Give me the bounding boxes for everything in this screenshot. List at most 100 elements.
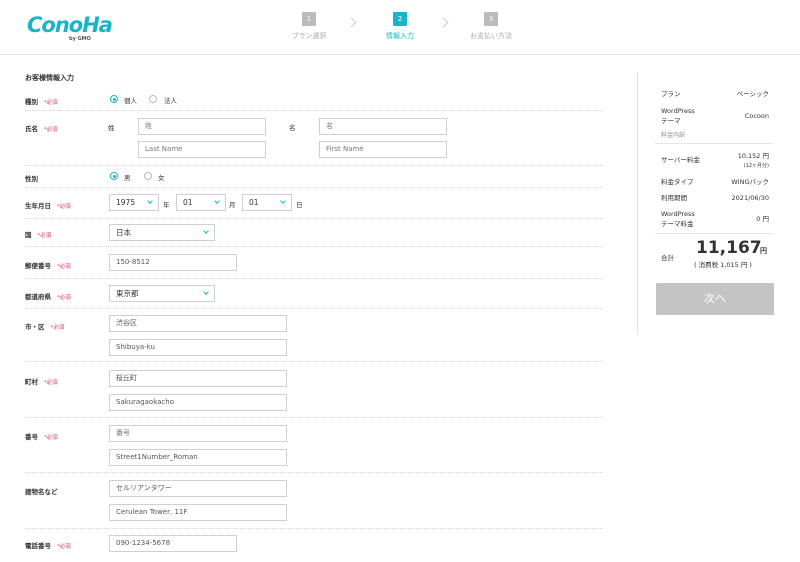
type-corporate-label: 法人 [164,97,177,105]
server-fee-label: サーバー料金 [661,156,700,164]
city-label: 市・区 *必須 [25,323,65,331]
birth-day-select[interactable]: 01 [242,194,292,211]
row-building: 建物名など セルリアンタワー Cerulean Tower, 11F [25,473,603,529]
street-input[interactable]: 番号 [109,425,287,442]
month-unit: 月 [229,201,236,209]
theme-fee-value: 0 円 [756,215,769,223]
last-name-roman-input[interactable]: Last Name [138,141,266,158]
step-3-number: 3 [484,12,498,26]
plan-label: プラン [661,90,681,98]
row-type: 種別 *必須 個人 法人 [25,88,603,111]
country-select[interactable]: 日本 [109,224,215,241]
chevron-down-icon [203,289,209,295]
summary-divider [655,233,773,234]
summary-theme: WordPress テーマ Cocoon [655,106,773,126]
fee-type-label: 料金タイプ [661,178,694,186]
building-roman-input[interactable]: Cerulean Tower, 11F [109,504,287,521]
step-3: 3 お支払い方法 [461,12,521,41]
gender-male-radio[interactable] [110,172,118,180]
last-name-input[interactable]: 姓 [138,118,266,135]
period-value: 2021/06/30 [731,194,769,202]
type-individual-radio[interactable] [110,95,118,103]
summary-theme-fee: WordPress テーマ料金 0 円 [655,209,773,229]
logo-sub: by GMO [69,36,91,42]
server-fee-period: (12ヶ月分) [743,163,769,169]
city-input[interactable]: 渋谷区 [109,315,287,332]
type-individual-label: 個人 [124,97,137,105]
birth-month-select[interactable]: 01 [176,194,226,211]
gender-female-label: 女 [158,174,165,182]
name-label: 氏名 *必須 [25,125,58,133]
summary-server: サーバー料金 10,152 円 (12ヶ月分) [655,151,773,171]
tax-text: ( 消費税 1,015 円 ) [694,261,752,269]
step-3-label: お支払い方法 [470,32,512,40]
row-phone: 電話番号 *必須 090-1234-5678 [25,529,603,562]
row-postal: 郵便番号 *必須 150-8512 [25,247,603,279]
street-label: 番号 *必須 [25,433,58,441]
country-label: 国 *必須 [25,231,52,239]
last-name-label: 姓 [108,124,115,132]
first-name-label: 名 [289,124,296,132]
step-1: 1 プラン選択 [279,12,339,41]
town-input[interactable]: 桜丘町 [109,370,287,387]
building-input[interactable]: セルリアンタワー [109,480,287,497]
period-label: 利用期間 [661,194,687,202]
town-roman-input[interactable]: Sakuragaokacho [109,394,287,411]
theme-label: WordPress テーマ [661,107,695,125]
total-label: 合計 [661,254,674,262]
city-roman-input[interactable]: Shibuya-ku [109,339,287,356]
step-1-number: 1 [302,12,316,26]
total-value: 11,167 [696,238,762,258]
step-2-number: 2 [393,12,407,26]
first-name-roman-input[interactable]: First Name [319,141,447,158]
row-birthday: 生年月日 *必須 1975 年 01 月 01 日 [25,188,603,219]
row-street: 番号 *必須 番号 Street1Number_Roman [25,418,603,473]
fee-type-value: WINGパック [731,178,769,186]
total-unit: 円 [760,247,767,255]
server-fee-value: 10,152 円 [737,152,769,160]
chevron-right-icon [438,17,449,28]
phone-label: 電話番号 *必須 [25,542,71,550]
row-city: 市・区 *必須 渋谷区 Shibuya-ku [25,309,603,362]
chevron-right-icon [346,17,357,28]
first-name-input[interactable]: 名 [319,118,447,135]
town-label: 町村 *必須 [25,378,58,386]
plan-value: ベーシック [736,90,769,98]
year-unit: 年 [163,201,170,209]
header: ConoHa by GMO 1 プラン選択 2 情報入力 3 お支払い方法 [0,0,800,55]
type-corporate-radio[interactable] [149,95,157,103]
building-label: 建物名など [25,488,58,496]
street-roman-input[interactable]: Street1Number_Roman [109,449,287,466]
form-title: お客様情報入力 [25,74,74,82]
postal-input[interactable]: 150-8512 [109,254,237,271]
summary-divider [655,143,773,144]
prefecture-label: 都道府県 *必須 [25,293,71,301]
prefecture-select[interactable]: 東京都 [109,285,215,302]
birth-year-select[interactable]: 1975 [109,194,159,211]
chevron-down-icon [214,198,220,204]
step-2-label: 情報入力 [386,32,414,40]
chevron-down-icon [280,198,286,204]
theme-value: Cocoon [744,112,769,120]
row-town: 町村 *必須 桜丘町 Sakuragaokacho [25,362,603,418]
postal-label: 郵便番号 *必須 [25,262,71,270]
chevron-down-icon [147,198,153,204]
theme-fee-label: WordPress テーマ料金 [661,210,695,228]
gender-female-radio[interactable] [144,172,152,180]
next-button[interactable]: 次へ [656,283,774,315]
step-1-label: プラン選択 [291,32,327,40]
logo-text: ConoHa [27,13,113,37]
phone-input[interactable]: 090-1234-5678 [109,535,237,552]
birthday-label: 生年月日 *必須 [25,202,71,210]
row-prefecture: 都道府県 *必須 東京都 [25,279,603,309]
row-name: 氏名 *必須 姓 姓 名 名 Last Name First Name [25,111,603,166]
gender-label: 性別 [25,175,38,183]
row-country: 国 *必須 日本 [25,219,603,247]
type-label: 種別 *必須 [25,98,58,106]
conoha-logo[interactable]: ConoHa by GMO [27,13,113,43]
gender-male-label: 男 [124,174,131,182]
breakdown-label: 料金内訳 [661,132,686,139]
day-unit: 日 [296,201,303,209]
row-gender: 性別 男 女 [25,166,603,188]
step-2: 2 情報入力 [370,12,430,41]
